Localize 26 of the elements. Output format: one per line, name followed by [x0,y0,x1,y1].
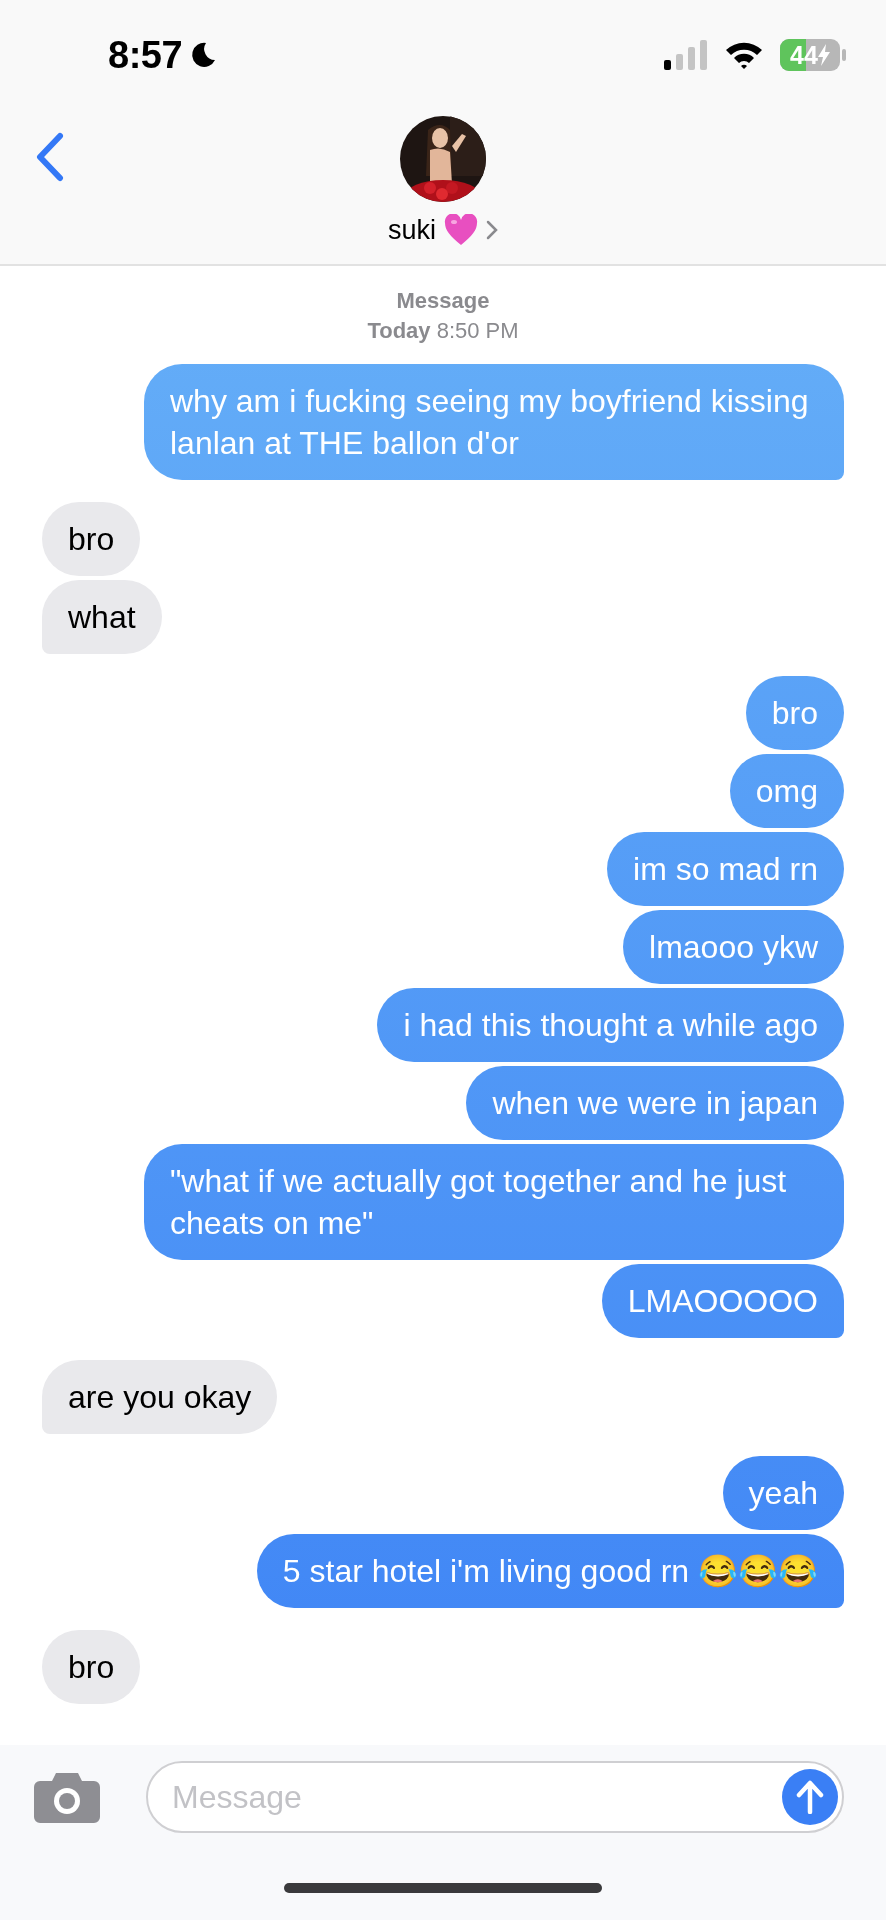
service-label: Message [396,287,490,315]
clock-time: 8:57 [108,33,183,77]
message-field[interactable]: Message [146,1761,844,1833]
heart-icon [444,214,478,246]
timestamp: Today 8:50 PM [367,317,519,345]
camera-icon[interactable] [34,1771,100,1823]
message-bubble: lmaooo ykw [623,910,844,984]
signal-icon [664,40,708,70]
message-bubble: im so mad rn [607,832,844,906]
contact-name[interactable]: suki [388,214,436,246]
arrow-up-icon [795,1780,825,1814]
message-bubble: omg [729,754,844,828]
message-bubble: bro [42,1630,141,1704]
message-bubble: bro [745,676,844,750]
message-bubble: 5 star hotel i'm living good rn 😂😂😂 [256,1534,844,1608]
message-bubble: what [42,580,162,654]
message-bubble: are you okay [42,1360,278,1434]
message-bubble: why am i fucking seeing my boyfriend kissing lanlan at THE ballon d'or [144,364,844,480]
wifi-icon [724,40,764,70]
message-bubble: yeah [722,1456,844,1530]
chevron-right-icon[interactable] [486,220,498,240]
message-bubble: bro [42,502,141,576]
message-bubble: LMAOOOOO [601,1264,844,1338]
message-bubble: "what if we actually got together and he just cheats on me" [144,1144,844,1260]
message-bubble: when we were in japan [466,1066,844,1140]
message-bubble: i had this thought a while ago [377,988,844,1062]
